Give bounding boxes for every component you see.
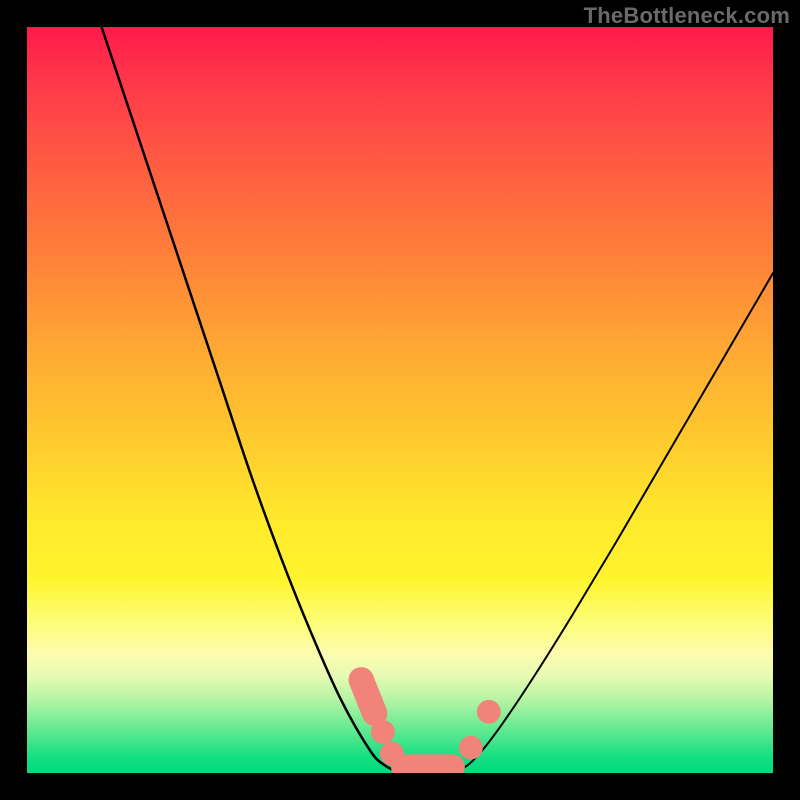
marker-point [477, 700, 501, 724]
marker-point [371, 720, 395, 744]
marker-point [459, 736, 483, 760]
watermark-text: TheBottleneck.com [584, 3, 790, 29]
marker-capsule [361, 680, 374, 714]
chart-frame: TheBottleneck.com [0, 0, 800, 800]
marker-layer [27, 27, 773, 773]
plot-area [27, 27, 773, 773]
